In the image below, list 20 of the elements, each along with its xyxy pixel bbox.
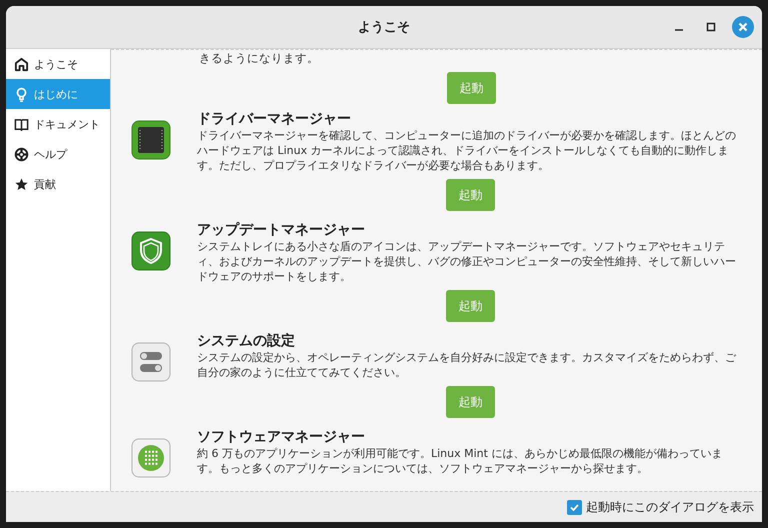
description-text: 約 6 万ものアプリケーションが利用可能です。Linux Mint には、あらかじめ最低限の機能が備わっています。もっと多くのアプリケーションについては、ソフトウェアマネージャーから探せます。 xyxy=(197,446,724,476)
checkbox-label: 起動時にこのダイアログを表示 xyxy=(586,498,754,516)
description-text: ドライバーマネージャーを確認して、コンピューターに追加のドライバーが必要かを確認します。ほとんどのハードウェアは Linux カーネルによって認識され、ドライバーをインストールしなくても自動的に動作します。ただし、プロプライエタリなドライバーが必要な場合もあります。 xyxy=(197,128,737,173)
description-text: システムの設定から、オペレーティングシステムを自分好みに設定できます。カスタマイズをためらわず、ご自分の家のように仕立ててみてください。 xyxy=(197,350,737,380)
launch-button[interactable]: 起動 xyxy=(446,386,495,418)
sidebar-item[interactable]: 貢献 xyxy=(6,169,110,199)
launch-button[interactable]: 起動 xyxy=(446,290,495,322)
section-title: ソフトウェアマネージャー xyxy=(197,428,366,446)
sidebar-item[interactable]: ドキュメント xyxy=(6,109,110,139)
sidebar-item[interactable]: ようこそ xyxy=(6,49,110,79)
description-text: きるようになります。 xyxy=(199,51,320,66)
sidebar-item[interactable]: はじめに xyxy=(6,79,110,109)
sidebar-item[interactable]: ヘルプ xyxy=(6,139,110,169)
description-text: システムトレイにある小さな盾のアイコンは、アップデートマネージャーです。ソフトウェアやセキュリティ、およびカーネルのアップデートを提供し、バグの修正やコンピューターの安全性維持、そして新しいハードウェアのサポートをします。 xyxy=(197,239,737,284)
section-title: ドライバーマネージャー xyxy=(197,110,352,128)
window-title: ようこそ xyxy=(358,19,410,36)
launch-button[interactable]: 起動 xyxy=(446,179,495,211)
section-title: アップデートマネージャー xyxy=(197,221,366,239)
section-title: システムの設定 xyxy=(197,332,296,350)
launch-button[interactable]: 起動 xyxy=(447,72,496,104)
